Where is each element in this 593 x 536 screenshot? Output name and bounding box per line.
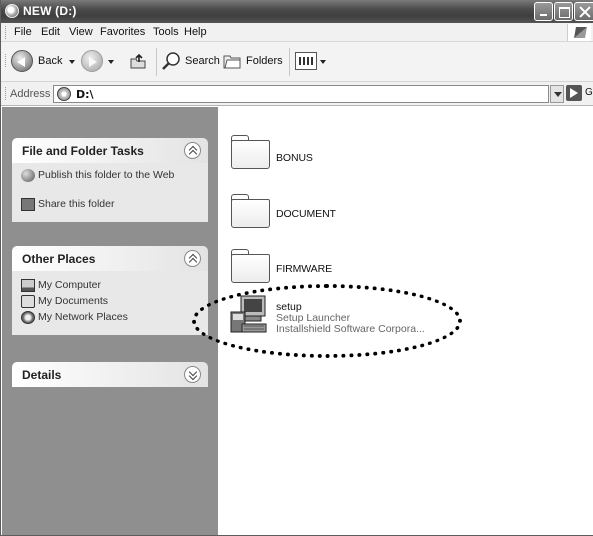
explorer-window: NEW (D:) File Edit View Favorites Tools … bbox=[0, 0, 593, 536]
other-places-panel: Other Places My Computer My Documents My… bbox=[12, 246, 208, 335]
place-label: My Network Places bbox=[38, 311, 128, 323]
folder-label-bonus[interactable]: BONUS bbox=[276, 152, 313, 164]
place-my-documents[interactable]: My Documents bbox=[12, 295, 208, 311]
up-folder-button[interactable] bbox=[129, 50, 151, 74]
task-pane: File and Folder Tasks Publish this folde… bbox=[2, 107, 218, 535]
views-dropdown-icon[interactable] bbox=[320, 60, 326, 64]
toolbar-separator bbox=[156, 48, 157, 76]
panel-title: File and Folder Tasks bbox=[22, 144, 144, 158]
folder-icon[interactable] bbox=[231, 194, 270, 228]
window-title: NEW (D:) bbox=[23, 4, 77, 18]
close-button[interactable] bbox=[574, 2, 593, 21]
menu-grip[interactable] bbox=[5, 26, 7, 39]
folders-label: Folders bbox=[246, 55, 283, 67]
place-label: My Documents bbox=[38, 295, 109, 307]
back-arrow-icon bbox=[11, 50, 33, 72]
go-label: Go bbox=[585, 87, 593, 98]
menu-favorites[interactable]: Favorites bbox=[100, 26, 145, 38]
go-arrow-icon bbox=[566, 85, 582, 101]
minimize-button[interactable] bbox=[534, 2, 553, 21]
menu-edit[interactable]: Edit bbox=[41, 26, 60, 38]
back-dropdown-icon[interactable] bbox=[69, 60, 75, 64]
address-input[interactable]: D:\ bbox=[53, 85, 549, 103]
views-icon bbox=[295, 52, 317, 70]
up-folder-icon bbox=[130, 53, 146, 69]
panel-title: Details bbox=[22, 368, 62, 382]
computer-icon bbox=[21, 279, 35, 292]
go-button[interactable]: Go bbox=[566, 85, 593, 103]
task-label: Share this folder bbox=[38, 198, 115, 210]
panel-body: Publish this folder to the Web Share thi… bbox=[12, 163, 208, 222]
forward-button[interactable] bbox=[81, 50, 119, 74]
folders-button[interactable]: Folders bbox=[222, 50, 284, 74]
details-panel: Details bbox=[12, 362, 208, 387]
forward-arrow-icon bbox=[81, 50, 103, 72]
address-value[interactable]: D:\ bbox=[76, 88, 94, 101]
globe-icon bbox=[21, 169, 35, 182]
forward-dropdown-icon[interactable] bbox=[108, 60, 114, 64]
folder-icon[interactable] bbox=[231, 249, 270, 283]
folder-label-document[interactable]: DOCUMENT bbox=[276, 208, 336, 220]
collapse-chevron-icon[interactable] bbox=[184, 142, 201, 159]
search-label: Search bbox=[185, 55, 220, 67]
menu-file[interactable]: File bbox=[14, 26, 32, 38]
drive-icon bbox=[57, 87, 71, 101]
title-bar[interactable]: NEW (D:) bbox=[1, 0, 593, 23]
dotted-highlight-ellipse bbox=[192, 284, 462, 358]
toolbar-grip[interactable] bbox=[5, 54, 7, 67]
search-icon bbox=[162, 52, 180, 70]
windows-logo-icon bbox=[567, 24, 591, 41]
back-button[interactable]: Back bbox=[11, 50, 77, 74]
search-button[interactable]: Search bbox=[161, 50, 221, 74]
panel-header[interactable]: Details bbox=[12, 362, 208, 387]
menu-tools[interactable]: Tools bbox=[153, 26, 179, 38]
place-my-network[interactable]: My Network Places bbox=[12, 311, 208, 327]
panel-title: Other Places bbox=[22, 252, 96, 266]
folder-label-firmware[interactable]: FIRMWARE bbox=[276, 263, 332, 275]
menu-view[interactable]: View bbox=[69, 26, 93, 38]
task-share-folder[interactable]: Share this folder bbox=[12, 198, 208, 214]
network-icon bbox=[21, 311, 35, 324]
task-label: Publish this folder to the Web bbox=[38, 169, 175, 181]
menu-bar: File Edit View Favorites Tools Help bbox=[1, 23, 593, 42]
menu-help[interactable]: Help bbox=[184, 26, 207, 38]
place-my-computer[interactable]: My Computer bbox=[12, 279, 208, 295]
file-list: BONUS DOCUMENT FIRMWARE setup Setup Laun… bbox=[192, 107, 593, 535]
panel-header[interactable]: Other Places bbox=[12, 246, 208, 271]
standard-toolbar: Back Search Folders bbox=[1, 42, 593, 82]
documents-icon bbox=[21, 295, 35, 308]
share-folder-icon bbox=[21, 198, 35, 211]
drive-icon bbox=[5, 4, 19, 18]
expand-chevron-icon[interactable] bbox=[184, 366, 201, 383]
back-label: Back bbox=[38, 55, 63, 67]
views-button[interactable] bbox=[295, 50, 331, 74]
address-bar: Address D:\ Go bbox=[1, 82, 593, 106]
collapse-chevron-icon[interactable] bbox=[184, 250, 201, 267]
address-grip[interactable] bbox=[5, 87, 7, 100]
folder-icon[interactable] bbox=[231, 135, 270, 169]
address-label: Address bbox=[10, 88, 51, 100]
panel-body: My Computer My Documents My Network Plac… bbox=[12, 271, 208, 335]
panel-header[interactable]: File and Folder Tasks bbox=[12, 138, 208, 163]
toolbar-separator bbox=[289, 48, 290, 76]
address-dropdown-button[interactable] bbox=[550, 85, 564, 103]
file-folder-tasks-panel: File and Folder Tasks Publish this folde… bbox=[12, 138, 208, 222]
folders-icon bbox=[223, 55, 241, 69]
task-publish-web[interactable]: Publish this folder to the Web bbox=[12, 169, 208, 198]
place-label: My Computer bbox=[38, 279, 102, 291]
maximize-button[interactable] bbox=[554, 2, 573, 21]
